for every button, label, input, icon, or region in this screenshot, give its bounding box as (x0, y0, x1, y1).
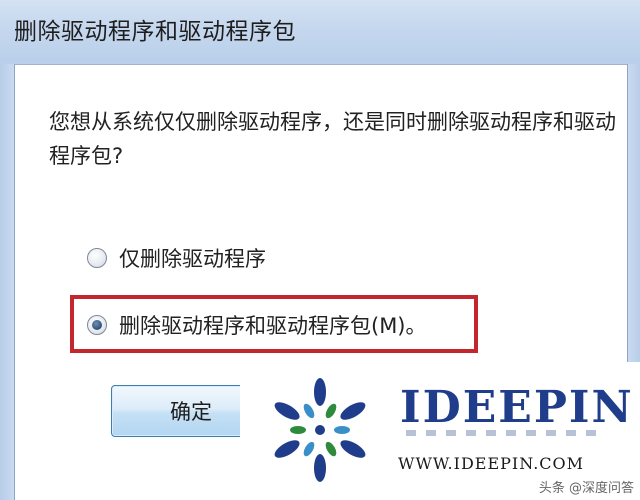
watermark-url: WWW.IDEEPIN.COM (398, 454, 585, 473)
option-label: 仅删除驱动程序 (119, 247, 266, 271)
radio-button-unchecked[interactable] (87, 248, 107, 268)
screen: 删除驱动程序和驱动程序包 您想从系统仅仅删除驱动程序，还是同时删除驱动程序和驱动… (0, 0, 640, 500)
option-remove-driver-only[interactable]: 仅删除驱动程序 (87, 243, 266, 273)
option-remove-driver-and-package[interactable]: 删除驱动程序和驱动程序包(M)。 (87, 310, 427, 340)
window-frame-left (0, 64, 15, 500)
watermark-brand: IDEEPIN (400, 382, 634, 433)
option-label: 删除驱动程序和驱动程序包(M)。 (119, 314, 427, 338)
watermark-decoration (406, 430, 606, 440)
radio-button-checked[interactable] (87, 315, 107, 335)
dialog-question: 您想从系统仅仅删除驱动程序，还是同时删除驱动程序和驱动程序包? (49, 110, 616, 168)
watermark: IDEEPIN WWW.IDEEPIN.COM 头条 @深度问答 (240, 362, 640, 500)
watermark-credit: 头条 @深度问答 (538, 481, 634, 496)
title-bar[interactable]: 删除驱动程序和驱动程序包 (0, 0, 640, 65)
ideepin-logo-icon (274, 378, 366, 482)
window-title: 删除驱动程序和驱动程序包 (14, 19, 296, 45)
